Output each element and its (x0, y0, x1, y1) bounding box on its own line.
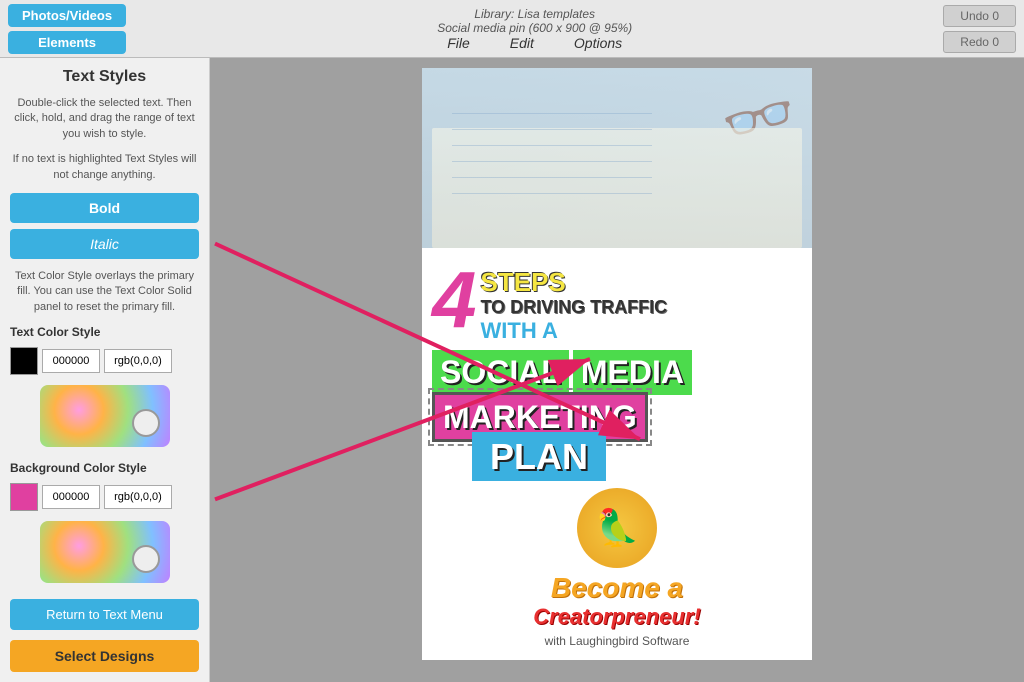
canvas-creatorpreneur: Creatorpreneur! (533, 604, 700, 630)
canvas-media: MEDIA (573, 350, 692, 395)
canvas-steps: STEPS (481, 268, 668, 297)
top-bar-buttons: Photos/Videos Elements (8, 4, 126, 54)
undo-button[interactable]: Undo 0 (943, 5, 1016, 27)
text-color-style-label: Text Color Style (10, 325, 199, 339)
file-menu[interactable]: File (447, 35, 470, 51)
steps-block: STEPS TO DRIVING TRAFFIC WITH A (481, 260, 668, 344)
text-color-rgb-input[interactable] (104, 349, 172, 373)
bg-color-rgb-input[interactable] (104, 485, 172, 509)
sidebar: Text Styles Double-click the selected te… (0, 58, 210, 682)
top-bar: Photos/Videos Elements Library: Lisa tem… (0, 0, 1024, 58)
canvas-area: 👓 4 (210, 58, 1024, 682)
canvas-text-area: 4 STEPS TO DRIVING TRAFFIC WITH A SOCIAL… (422, 248, 812, 660)
text-color-row (10, 347, 199, 375)
sidebar-if-no-text: If no text is highlighted Text Styles wi… (10, 152, 199, 183)
canvas-plan: PLAN (472, 432, 606, 481)
bg-color-row (10, 483, 199, 511)
canvas-number: 4 (432, 260, 477, 340)
italic-button[interactable]: Italic (10, 229, 199, 259)
bg-color-swatch[interactable] (10, 483, 38, 511)
eyedropper-icon-2: 🖊 (137, 551, 157, 571)
canvas-laughingbird: with Laughingbird Software (545, 634, 690, 648)
sidebar-title: Text Styles (10, 68, 199, 86)
bg-color-gradient-picker[interactable]: 🖊 (40, 521, 170, 583)
plan-container: PLAN (432, 436, 802, 478)
text-color-hex-input[interactable] (42, 349, 100, 373)
bg-color-style-label: Background Color Style (10, 461, 199, 475)
text-color-swatch[interactable] (10, 347, 38, 375)
headline-row: 4 STEPS TO DRIVING TRAFFIC WITH A (432, 260, 802, 344)
canvas-with-a: WITH A (481, 318, 668, 344)
top-right-buttons: Undo 0 Redo 0 (943, 5, 1016, 53)
eyedropper-icon: 🖊 (137, 415, 157, 435)
social-media-block: SOCIAL MEDIA (432, 350, 802, 395)
canvas: 👓 4 (422, 68, 812, 660)
library-info: Library: Lisa templates (474, 7, 595, 21)
top-menu: File Edit Options (447, 35, 622, 51)
social-media-info: Social media pin (600 x 900 @ 95%) (437, 21, 632, 35)
main-layout: Text Styles Double-click the selected te… (0, 58, 1024, 682)
canvas-to-driving-traffic: TO DRIVING TRAFFIC (481, 297, 668, 318)
bg-color-hex-input[interactable] (42, 485, 100, 509)
text-color-gradient-picker[interactable]: 🖊 (40, 385, 170, 447)
marketing-block: MARKETING (432, 399, 802, 436)
select-designs-button[interactable]: Select Designs (10, 640, 199, 672)
elements-button[interactable]: Elements (8, 31, 126, 54)
bottom-logo: 🦜 Become a Creatorpreneur! with Laughing… (432, 488, 802, 648)
return-to-text-menu-button[interactable]: Return to Text Menu (10, 599, 199, 630)
edit-menu[interactable]: Edit (510, 35, 534, 51)
canvas-wrapper: 👓 4 (422, 68, 812, 660)
canvas-photo-section: 👓 (422, 68, 812, 248)
photos-videos-button[interactable]: Photos/Videos (8, 4, 126, 27)
top-center-info: Library: Lisa templates Social media pin… (134, 7, 935, 51)
bold-button[interactable]: Bold (10, 193, 199, 223)
parrot-icon: 🦜 (577, 488, 657, 568)
options-menu[interactable]: Options (574, 35, 622, 51)
canvas-social: SOCIAL (432, 350, 569, 395)
notebook-lines (452, 98, 652, 194)
redo-button[interactable]: Redo 0 (943, 31, 1016, 53)
canvas-become: Become a (551, 572, 683, 604)
sidebar-description: Double-click the selected text. Then cli… (10, 96, 199, 142)
text-color-overlay-desc: Text Color Style overlays the primary fi… (10, 269, 199, 315)
